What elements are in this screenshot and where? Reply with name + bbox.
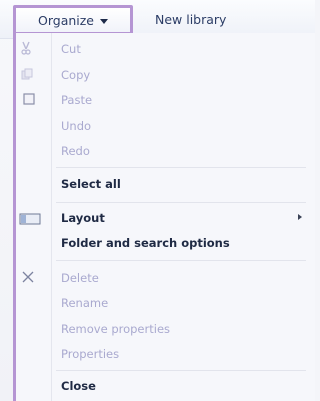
menu-item-undo[interactable]: Undo: [61, 119, 91, 133]
menu-separator: [56, 260, 306, 261]
menu-item-properties[interactable]: Properties: [61, 347, 119, 361]
copy-icon: [21, 68, 33, 80]
menu-item-remove-properties[interactable]: Remove properties: [61, 322, 170, 336]
menu-item-layout[interactable]: Layout: [61, 211, 105, 225]
chevron-right-icon: [298, 214, 302, 220]
new-library-button[interactable]: New library: [155, 12, 226, 27]
layout-icon: [19, 213, 41, 225]
organize-label: Organize: [38, 12, 94, 28]
chevron-down-icon: [100, 18, 108, 24]
scissors-icon: [21, 41, 31, 55]
menu-item-delete[interactable]: Delete: [61, 271, 99, 285]
menu-separator: [56, 370, 306, 371]
menu-separator: [56, 202, 306, 203]
menu-item-cut[interactable]: Cut: [61, 42, 81, 56]
organize-menu: Cut Copy Paste Undo Redo Select all Layo…: [13, 33, 315, 401]
menu-item-copy[interactable]: Copy: [61, 68, 90, 82]
paste-icon: [23, 93, 35, 105]
menu-item-select-all[interactable]: Select all: [61, 177, 121, 191]
explorer-window: Organize New library Cut Copy Paste Undo…: [0, 0, 315, 401]
menu-separator: [56, 167, 306, 168]
menu-item-folder-options[interactable]: Folder and search options: [61, 236, 230, 250]
menu-gutter-divider: [51, 33, 52, 401]
menu-item-paste[interactable]: Paste: [61, 93, 92, 107]
organize-button[interactable]: Organize: [13, 5, 133, 35]
menu-item-rename[interactable]: Rename: [61, 296, 108, 310]
menu-item-close[interactable]: Close: [61, 379, 96, 393]
delete-x-icon: [22, 271, 34, 283]
menu-item-redo[interactable]: Redo: [61, 144, 90, 158]
